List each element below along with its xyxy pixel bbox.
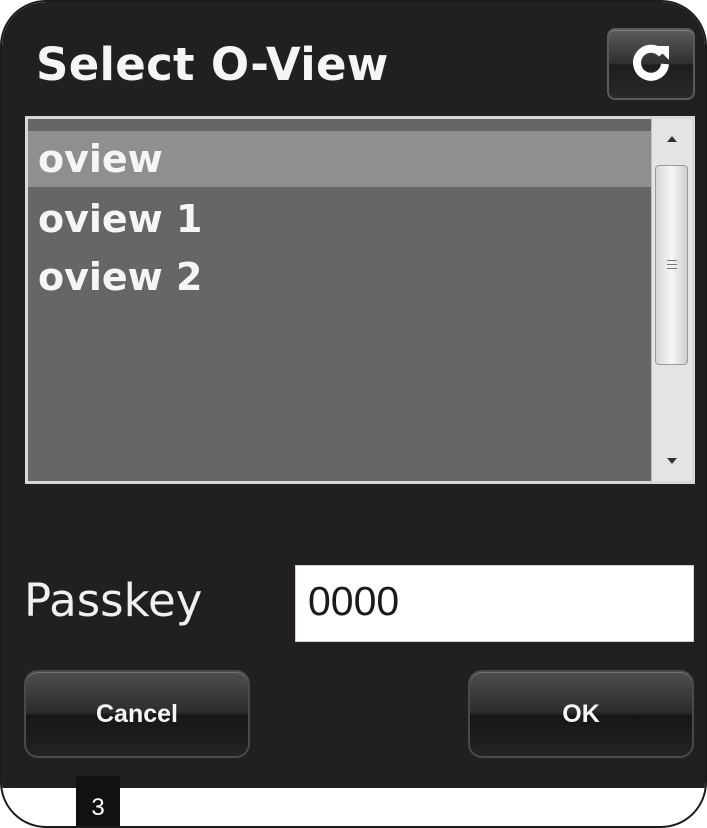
scroll-down-arrow-icon[interactable] — [652, 441, 692, 481]
scroll-thumb[interactable] — [655, 165, 688, 365]
list-scrollbar[interactable] — [651, 119, 692, 481]
refresh-icon — [629, 40, 673, 88]
list-item[interactable]: oview 2 — [28, 249, 651, 305]
page-frame: Select O-View oview oview 1 oview 2 Pass… — [0, 0, 707, 828]
scroll-up-arrow-icon[interactable] — [652, 119, 692, 159]
ok-button[interactable]: OK — [468, 670, 694, 758]
passkey-input[interactable]: 0000 — [295, 565, 694, 642]
cancel-button-label: Cancel — [96, 699, 178, 728]
oview-list[interactable]: oview oview 1 oview 2 — [25, 116, 695, 484]
passkey-label: Passkey — [24, 574, 203, 627]
cancel-button[interactable]: Cancel — [24, 670, 250, 758]
step-number-badge: 3 — [76, 776, 120, 826]
select-oview-dialog: Select O-View oview oview 1 oview 2 Pass… — [2, 2, 705, 788]
ok-button-label: OK — [562, 699, 600, 728]
list-item[interactable]: oview 1 — [28, 191, 651, 247]
list-item[interactable]: oview — [28, 131, 651, 187]
refresh-button[interactable] — [607, 28, 695, 100]
dialog-title: Select O-View — [36, 38, 389, 91]
